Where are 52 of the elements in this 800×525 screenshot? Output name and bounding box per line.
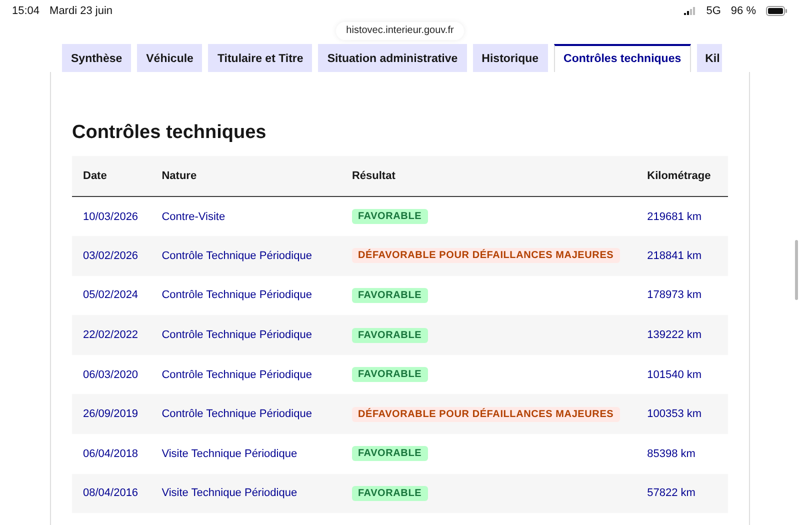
mileage-cell: 219681 km xyxy=(636,196,728,236)
date-cell: 05/02/2024 xyxy=(72,276,151,316)
nature-cell: Contrôle Technique Périodique xyxy=(150,276,341,316)
mileage-cell: 85398 km xyxy=(636,434,728,474)
nature-cell: Visite Technique Périodique xyxy=(150,474,341,514)
address-bar[interactable]: histovec.interieur.gouv.fr xyxy=(336,22,464,40)
mileage-cell: 100353 km xyxy=(636,394,728,434)
result-badge: FAVORABLE xyxy=(352,486,428,501)
nature-cell: Contrôle Technique Périodique xyxy=(150,394,341,434)
battery-level: 96 % xyxy=(730,5,756,17)
scrollbar xyxy=(795,240,798,300)
mileage-cell: 101540 km xyxy=(636,354,728,394)
date-cell: 26/09/2019 xyxy=(72,394,151,434)
mileage-cell: 139222 km xyxy=(636,315,728,355)
tab[interactable]: Titulaire et Titre xyxy=(208,44,312,72)
result-badge: FAVORABLE xyxy=(352,446,428,462)
column-header: Nature xyxy=(150,156,341,196)
nature-cell: Contrôle Technique Périodique xyxy=(150,315,341,355)
date-text: Mardi 23 juin xyxy=(50,5,113,17)
network-label: 5G xyxy=(706,5,721,17)
tab[interactable]: Situation administrative xyxy=(318,44,467,72)
tab[interactable]: Contrôles techniques xyxy=(554,44,692,72)
result-badge: DÉFAVORABLE POUR DÉFAILLANCES MAJEURES xyxy=(352,248,620,264)
section-title: Contrôles techniques xyxy=(72,122,268,144)
result-badge: FAVORABLE xyxy=(352,209,428,224)
result-badge: DÉFAVORABLE POUR DÉFAILLANCES MAJEURES xyxy=(352,406,620,422)
result-badge: FAVORABLE xyxy=(352,367,428,382)
nature-cell: Contrôle Technique Périodique xyxy=(150,354,341,394)
tab[interactable]: Kil xyxy=(697,44,722,72)
date-cell: 06/04/2018 xyxy=(72,434,151,474)
result-badge: FAVORABLE xyxy=(352,288,428,303)
nature-cell: Contrôle Technique Périodique xyxy=(150,236,341,276)
tab[interactable]: Historique xyxy=(472,44,548,72)
tab[interactable]: Véhicule xyxy=(137,44,202,72)
result-badge: FAVORABLE xyxy=(352,328,428,343)
date-cell: 06/03/2020 xyxy=(72,354,151,394)
mileage-cell: 178973 km xyxy=(636,276,728,316)
column-header: Kilométrage xyxy=(636,156,728,196)
column-header: Date xyxy=(72,156,151,196)
clock-time: 15:04 xyxy=(12,5,40,17)
date-cell: 10/03/2026 xyxy=(72,196,151,236)
signal-icon xyxy=(684,7,696,15)
nature-cell: Visite Technique Périodique xyxy=(150,434,341,474)
mileage-cell: 218841 km xyxy=(636,236,728,276)
battery-icon xyxy=(766,6,788,16)
tab[interactable]: Synthèse xyxy=(62,44,132,72)
date-cell: 08/04/2016 xyxy=(72,474,151,514)
column-header: Résultat xyxy=(340,156,636,196)
mileage-cell: 57822 km xyxy=(636,474,728,514)
date-cell: 03/02/2026 xyxy=(72,236,151,276)
date-cell: 22/02/2022 xyxy=(72,315,151,355)
nature-cell: Contre-Visite xyxy=(150,196,341,236)
